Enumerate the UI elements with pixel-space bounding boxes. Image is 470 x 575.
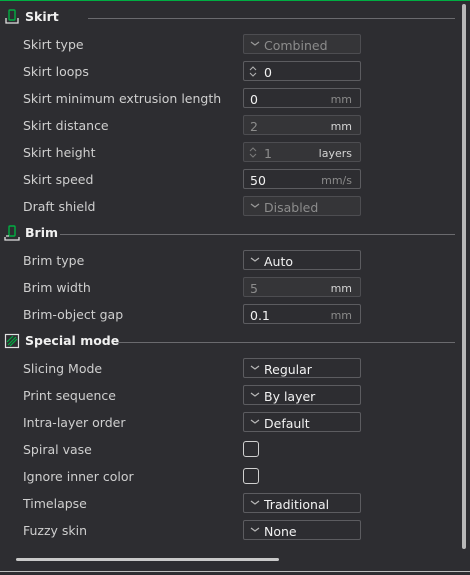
setting-label: Spiral vase (23, 442, 92, 457)
select-value: Auto (264, 254, 294, 269)
setting-row-brim-gap: Brim-object gap 0.1 mm (0, 301, 455, 328)
fuzzy-skin-select[interactable]: None (243, 520, 361, 540)
setting-row-spiral-vase: Spiral vase (0, 436, 455, 463)
select-value: Traditional (264, 497, 330, 512)
skirt-distance-input[interactable]: 2 mm (243, 115, 361, 135)
setting-label: Brim type (23, 253, 85, 268)
setting-label: Ignore inner color (23, 469, 134, 484)
skirt-height-spinner[interactable]: 1 layers (243, 142, 361, 162)
skirt-icon (5, 9, 19, 24)
setting-row-skirt-type: Skirt type Combined (0, 31, 455, 58)
select-value: None (264, 524, 297, 539)
setting-row-skirt-distance: Skirt distance 2 mm (0, 112, 455, 139)
skirt-type-select[interactable]: Combined (243, 34, 361, 54)
intra-layer-order-select[interactable]: Default (243, 412, 361, 432)
section-header-skirt: Skirt (0, 4, 455, 31)
section-header-special-mode: Special mode (0, 328, 455, 355)
chevron-down-icon (250, 500, 260, 505)
setting-row-slicing-mode: Slicing Mode Regular (0, 355, 455, 382)
spiral-vase-checkbox[interactable] (243, 441, 259, 457)
setting-row-intra-layer-order: Intra-layer order Default (0, 409, 455, 436)
unit-label: mm (330, 120, 352, 133)
section-title: Brim (25, 225, 59, 240)
setting-label: Skirt speed (23, 172, 94, 187)
input-value: 2 (250, 119, 258, 134)
bottom-border (0, 571, 470, 572)
select-value: Combined (264, 38, 328, 53)
spinner-value: 1 (264, 146, 272, 161)
skirt-min-length-input[interactable]: 0 mm (243, 88, 361, 108)
chevron-down-icon (250, 203, 260, 208)
setting-row-brim-type: Brim type Auto (0, 247, 455, 274)
chevron-down-icon (250, 419, 260, 424)
timelapse-select[interactable]: Traditional (243, 493, 361, 513)
setting-label: Slicing Mode (23, 361, 103, 376)
setting-row-fuzzy-skin: Fuzzy skin None (0, 517, 455, 544)
spinner-arrows-icon (249, 66, 257, 77)
chevron-down-icon (250, 41, 260, 46)
print-sequence-select[interactable]: By layer (243, 385, 361, 405)
divider (116, 342, 455, 343)
spinner-value: 0 (264, 65, 272, 80)
setting-label: Timelapse (23, 496, 87, 511)
unit-label: mm (330, 309, 352, 322)
unit-label: layers (318, 147, 352, 160)
setting-label: Fuzzy skin (23, 523, 88, 538)
slicing-mode-select[interactable]: Regular (243, 358, 361, 378)
setting-label: Intra-layer order (23, 415, 126, 430)
special-mode-icon (4, 333, 20, 349)
unit-label: mm (330, 282, 352, 295)
divider (60, 234, 455, 235)
vertical-scrollbar[interactable] (462, 4, 466, 549)
input-value: 0.1 (250, 308, 270, 323)
chevron-down-icon (250, 527, 260, 532)
skirt-speed-input[interactable]: 50 mm/s (243, 169, 361, 189)
setting-row-print-sequence: Print sequence By layer (0, 382, 455, 409)
brim-width-input[interactable]: 5 mm (243, 277, 361, 297)
setting-row-draft-shield: Draft shield Disabled (0, 193, 455, 220)
setting-label: Skirt loops (23, 64, 89, 79)
spinner-arrows-icon (249, 147, 257, 158)
setting-row-timelapse: Timelapse Traditional (0, 490, 455, 517)
brim-object-gap-input[interactable]: 0.1 mm (243, 304, 361, 324)
setting-label: Brim width (23, 280, 91, 295)
horizontal-scrollbar[interactable] (16, 558, 279, 561)
section-title: Special mode (25, 333, 120, 348)
setting-label: Skirt type (23, 37, 84, 52)
input-value: 0 (250, 92, 258, 107)
section-header-brim: Brim (0, 220, 455, 247)
setting-label: Print sequence (23, 388, 116, 403)
skirt-loops-spinner[interactable]: 0 (243, 61, 361, 81)
unit-label: mm (330, 93, 352, 106)
divider (88, 18, 455, 19)
select-value: Default (264, 416, 310, 431)
input-value: 50 (250, 173, 266, 188)
unit-label: mm/s (321, 174, 352, 187)
select-value: Regular (264, 362, 312, 377)
setting-row-brim-width: Brim width 5 mm (0, 274, 455, 301)
setting-row-skirt-height: Skirt height 1 layers (0, 139, 455, 166)
select-value: By layer (264, 389, 316, 404)
draft-shield-select[interactable]: Disabled (243, 196, 361, 216)
setting-label: Brim-object gap (23, 307, 124, 322)
chevron-down-icon (250, 365, 260, 370)
ignore-inner-color-checkbox[interactable] (243, 468, 259, 484)
setting-row-ignore-inner-color: Ignore inner color (0, 463, 455, 490)
chevron-down-icon (250, 392, 260, 397)
setting-row-skirt-loops: Skirt loops 0 (0, 58, 455, 85)
setting-label: Skirt distance (23, 118, 109, 133)
setting-label: Draft shield (23, 199, 96, 214)
input-value: 5 (250, 281, 258, 296)
brim-icon (4, 225, 20, 241)
chevron-down-icon (250, 257, 260, 262)
setting-label: Skirt height (23, 145, 96, 160)
select-value: Disabled (264, 200, 319, 215)
section-title: Skirt (25, 9, 59, 24)
settings-panel: Skirt Skirt type Combined Skirt loops 0 … (0, 4, 455, 544)
setting-row-skirt-speed: Skirt speed 50 mm/s (0, 166, 455, 193)
top-accent-line (0, 0, 470, 1)
brim-type-select[interactable]: Auto (243, 250, 361, 270)
setting-row-skirt-min-length: Skirt minimum extrusion length 0 mm (0, 85, 455, 112)
setting-label: Skirt minimum extrusion length (23, 91, 222, 106)
